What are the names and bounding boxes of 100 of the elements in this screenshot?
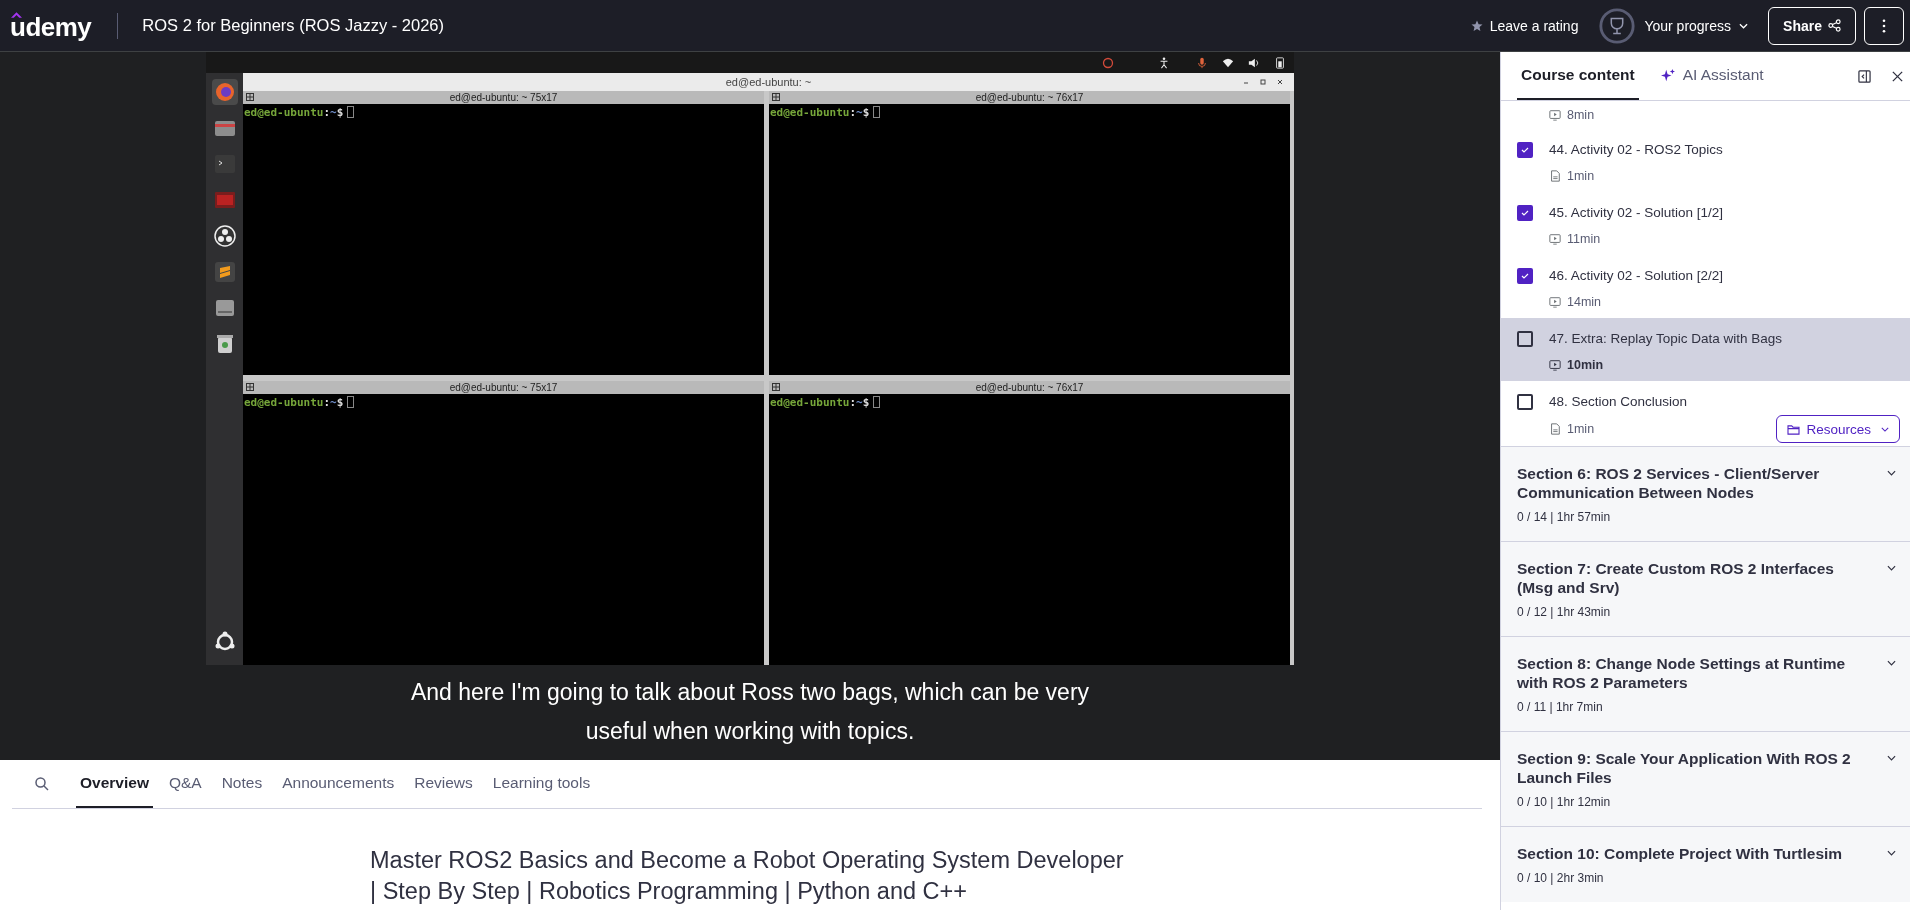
folder-icon bbox=[1787, 423, 1801, 435]
chevron-icon bbox=[1887, 850, 1896, 856]
lecture-title[interactable]: 46. Activity 02 - Solution [2/2] bbox=[1549, 266, 1724, 286]
chevron-icon bbox=[1887, 660, 1896, 666]
chevron-icon bbox=[1887, 565, 1896, 571]
sparkle-icon bbox=[1660, 68, 1675, 82]
wifi-icon[interactable] bbox=[1222, 56, 1234, 69]
video-icon bbox=[1549, 109, 1561, 121]
sidebar-tab[interactable]: AI Assistant bbox=[1656, 52, 1768, 100]
course-headline: Master ROS2 Basics and Become a Robot Operating System Developer | Step By Step | Robotics Programming | Python and C++ bbox=[370, 846, 1125, 906]
section-summary: 0 / 11 | 1hr 7min bbox=[1517, 700, 1604, 714]
split-icon[interactable] bbox=[246, 383, 254, 391]
video-icon bbox=[1549, 233, 1561, 245]
section-header[interactable]: Section 10: Complete Project With Turtlesim 0 / 10 | 2hr 3min bbox=[1501, 826, 1910, 902]
lecture-duration: 10min bbox=[1567, 358, 1604, 372]
shell-prompt: ed@ed-ubuntu:~$ bbox=[770, 396, 870, 409]
lecture-duration: 8min bbox=[1567, 108, 1595, 122]
browser-icon[interactable] bbox=[211, 79, 238, 105]
checkbox[interactable] bbox=[1517, 394, 1533, 410]
caret-icon bbox=[1739, 22, 1749, 29]
battery-icon[interactable] bbox=[1274, 56, 1286, 69]
tab[interactable]: Q&A bbox=[164, 760, 206, 808]
split-icon[interactable] bbox=[772, 383, 780, 391]
checkbox[interactable] bbox=[1517, 205, 1533, 221]
shell-prompt: ed@ed-ubuntu:~$ bbox=[770, 106, 870, 119]
lecture-title[interactable]: 48. Section Conclusion bbox=[1549, 392, 1688, 412]
lecture-item[interactable]: 47. Extra: Replay Topic Data with Bags 10min bbox=[1501, 318, 1910, 381]
section-title: Section 6: ROS 2 Services - Client/Server Communication Between Nodes bbox=[1517, 464, 1821, 502]
lecture-title[interactable]: 45. Activity 02 - Solution [1/2] bbox=[1549, 203, 1724, 223]
caption-line: useful when working with topics. bbox=[585, 716, 915, 746]
section-header[interactable]: Section 7: Create Custom ROS 2 Interfaces (Msg and Srv) 0 / 12 | 1hr 43min bbox=[1501, 541, 1910, 636]
chevron-icon bbox=[1887, 755, 1896, 761]
pane-title: ed@ed-ubuntu: ~ 75x17 bbox=[449, 382, 558, 393]
text-cursor bbox=[873, 396, 881, 408]
lecture-duration: 1min bbox=[1567, 422, 1595, 436]
split-icon[interactable] bbox=[772, 93, 780, 101]
collapse-panel-icon[interactable] bbox=[1858, 69, 1871, 83]
checkbox[interactable] bbox=[1517, 142, 1533, 158]
caption-line: And here I'm going to talk about Ross two bags, which can be very bbox=[410, 677, 1090, 707]
pane-title: ed@ed-ubuntu: ~ 75x17 bbox=[449, 92, 558, 103]
udemy-logo[interactable]: udemy bbox=[10, 12, 92, 39]
more-icon bbox=[1882, 18, 1886, 33]
video-frame[interactable]: ed@ed-ubuntu: ~ ed@ed-ubuntu: ~ 75x17 ed@ed-ubuntu:~$ ed@ed-ubuntu: ~ 76x17 ed@ed-ubuntu:~$ ed@ed-ubuntu: ~ 75x17 ed@ed-ubuntu:~$ ed@ed-ubuntu: ~ 76x17 ed@ed-ubuntu:~$ bbox=[206, 52, 1294, 665]
more-options-button[interactable] bbox=[1864, 6, 1904, 45]
sidebar-tab[interactable]: Course content bbox=[1517, 52, 1639, 100]
lecture-duration: 11min bbox=[1567, 232, 1601, 246]
section-header[interactable]: Section 9: Scale Your Application With ROS 2 Launch Files 0 / 10 | 1hr 12min bbox=[1501, 731, 1910, 826]
text-cursor bbox=[347, 106, 355, 118]
progress-trophy-icon bbox=[1598, 6, 1637, 45]
section-summary: 0 / 14 | 1hr 57min bbox=[1517, 510, 1612, 524]
pane-title: ed@ed-ubuntu: ~ 76x17 bbox=[975, 382, 1084, 393]
microphone-icon[interactable] bbox=[1196, 56, 1208, 69]
lecture-item[interactable]: 48. Section Conclusion 1min Resources bbox=[1501, 381, 1910, 446]
section-summary: 0 / 10 | 1hr 12min bbox=[1517, 795, 1612, 809]
course-title[interactable]: ROS 2 for Beginners (ROS Jazzy - 2026) bbox=[142, 16, 444, 35]
lecture-duration: 1min bbox=[1567, 169, 1595, 183]
tab[interactable]: Reviews bbox=[410, 760, 477, 808]
aperture-icon[interactable] bbox=[211, 223, 238, 249]
shell-prompt: ed@ed-ubuntu:~$ bbox=[244, 396, 344, 409]
leave-rating-link[interactable]: Leave a rating bbox=[1470, 17, 1579, 34]
lecture-title[interactable]: 44. Activity 02 - ROS2 Topics bbox=[1549, 140, 1723, 160]
video-icon bbox=[1549, 296, 1561, 308]
chevron-icon bbox=[1887, 470, 1896, 476]
section-title: Section 9: Scale Your Application With ROS 2 Launch Files bbox=[1517, 749, 1852, 787]
share-button[interactable]: Share bbox=[1768, 6, 1856, 45]
volume-icon[interactable] bbox=[1248, 56, 1260, 69]
tab[interactable]: Notes bbox=[217, 760, 267, 808]
tab[interactable]: Overview bbox=[76, 760, 153, 808]
lecture-item[interactable]: 45. Activity 02 - Solution [1/2] 11min bbox=[1501, 192, 1910, 255]
text-cursor bbox=[347, 396, 355, 408]
progress-dropdown[interactable]: Your progress bbox=[1644, 17, 1749, 34]
section-title: Section 7: Create Custom ROS 2 Interfaces (Msg and Srv) bbox=[1517, 559, 1835, 597]
section-summary: 0 / 12 | 1hr 43min bbox=[1517, 605, 1612, 619]
lecture-duration: 14min bbox=[1567, 295, 1602, 309]
document-icon bbox=[1549, 423, 1561, 435]
accessibility-icon[interactable] bbox=[1158, 56, 1170, 69]
terminal-window-title: ed@ed-ubuntu: ~ bbox=[725, 76, 812, 88]
share-icon bbox=[1828, 19, 1841, 32]
lecture-item[interactable]: 44. Activity 02 - ROS2 Topics 1min bbox=[1501, 129, 1910, 192]
section-header[interactable]: Section 8: Change Node Settings at Runtime with ROS 2 Parameters 0 / 11 | 1hr 7min bbox=[1501, 636, 1910, 731]
pane-title: ed@ed-ubuntu: ~ 76x17 bbox=[975, 92, 1084, 103]
record-icon[interactable] bbox=[1102, 56, 1114, 69]
section-summary: 0 / 10 | 2hr 3min bbox=[1517, 871, 1605, 885]
resources-dropdown[interactable]: Resources bbox=[1776, 415, 1900, 443]
star-icon bbox=[1470, 19, 1483, 32]
section-title: Section 10: Complete Project With Turtlesim bbox=[1517, 844, 1844, 863]
text-cursor bbox=[873, 106, 881, 118]
checkbox[interactable] bbox=[1517, 268, 1533, 284]
section-title: Section 8: Change Node Settings at Runtime with ROS 2 Parameters bbox=[1517, 654, 1847, 692]
lecture-item[interactable]: 46. Activity 02 - Solution [2/2] 14min bbox=[1501, 255, 1910, 318]
checkbox[interactable] bbox=[1517, 331, 1533, 347]
split-icon[interactable] bbox=[246, 93, 254, 101]
close-icon[interactable] bbox=[1891, 69, 1904, 83]
caret-icon bbox=[1881, 426, 1889, 432]
tab[interactable]: Learning tools bbox=[488, 760, 595, 808]
section-header[interactable]: Section 6: ROS 2 Services - Client/Server Communication Between Nodes 0 / 14 | 1hr 57min bbox=[1501, 446, 1910, 541]
lecture-title[interactable]: 47. Extra: Replay Topic Data with Bags bbox=[1549, 329, 1783, 349]
shell-prompt: ed@ed-ubuntu:~$ bbox=[244, 106, 344, 119]
search-icon[interactable] bbox=[34, 776, 50, 792]
tab[interactable]: Announcements bbox=[278, 760, 399, 808]
